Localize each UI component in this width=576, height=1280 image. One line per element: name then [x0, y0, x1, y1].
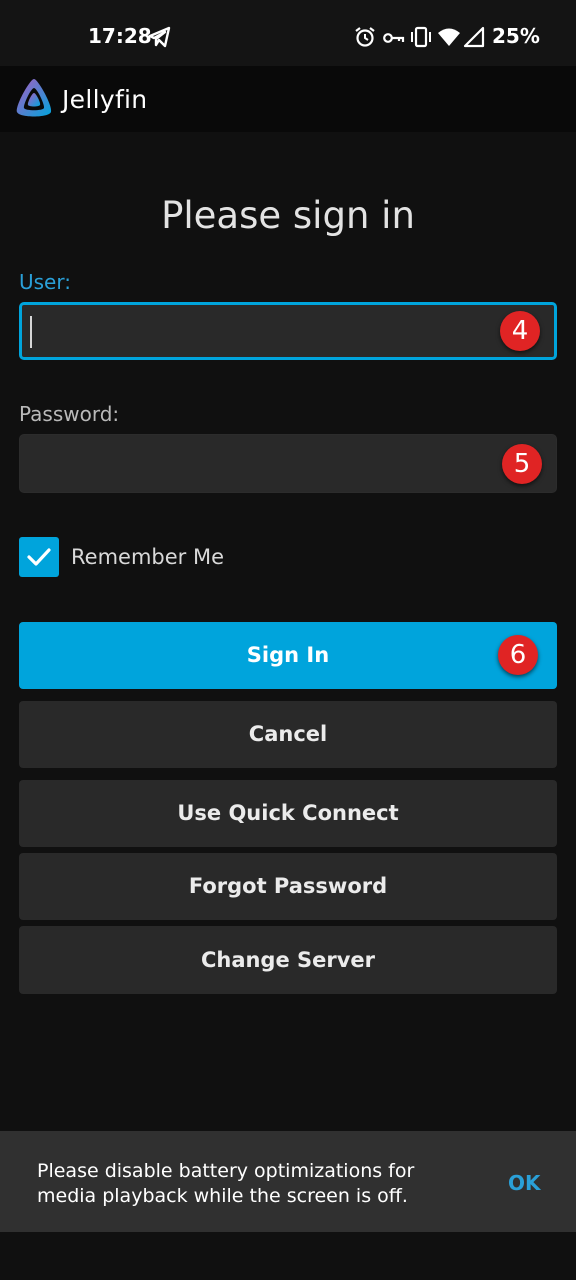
- signal-icon: [463, 26, 485, 52]
- forgot-password-button[interactable]: Forgot Password: [19, 853, 557, 920]
- checkmark-icon: [27, 548, 51, 566]
- status-bar: 17:28 25%: [0, 0, 576, 66]
- battery-percentage: 25%: [492, 24, 540, 48]
- snackbar-message: Please disable battery optimizations for…: [37, 1160, 415, 1207]
- remember-me-label[interactable]: Remember Me: [71, 545, 224, 569]
- jellyfin-logo-icon: [12, 76, 56, 124]
- password-label: Password:: [19, 402, 120, 426]
- vpn-key-icon: [383, 30, 405, 49]
- remember-me-checkbox[interactable]: [19, 537, 59, 577]
- step-badge-user: 4: [500, 311, 540, 351]
- login-screen: 17:28 25% Jellyfin Please sign in User: …: [0, 0, 576, 1280]
- text-caret: [30, 316, 32, 348]
- app-header: Jellyfin: [0, 66, 576, 132]
- cancel-button[interactable]: Cancel: [19, 701, 557, 768]
- alarm-icon: [354, 26, 376, 52]
- user-label: User:: [19, 270, 71, 294]
- step-badge-password: 5: [502, 444, 542, 484]
- telegram-icon: [148, 26, 172, 52]
- wifi-icon: [437, 26, 461, 52]
- page-title: Please sign in: [161, 194, 415, 237]
- change-server-button[interactable]: Change Server: [19, 926, 557, 994]
- sign-in-button[interactable]: Sign In: [19, 622, 557, 689]
- battery-optimization-snackbar: Please disable battery optimizations for…: [0, 1131, 576, 1232]
- user-input[interactable]: [19, 302, 557, 360]
- app-title: Jellyfin: [62, 85, 148, 114]
- vibrate-icon: [409, 26, 433, 52]
- snackbar-ok-button[interactable]: OK: [508, 1171, 541, 1195]
- step-badge-sign-in: 6: [498, 635, 538, 675]
- quick-connect-button[interactable]: Use Quick Connect: [19, 780, 557, 847]
- status-time: 17:28: [88, 24, 152, 48]
- password-input[interactable]: [19, 434, 557, 493]
